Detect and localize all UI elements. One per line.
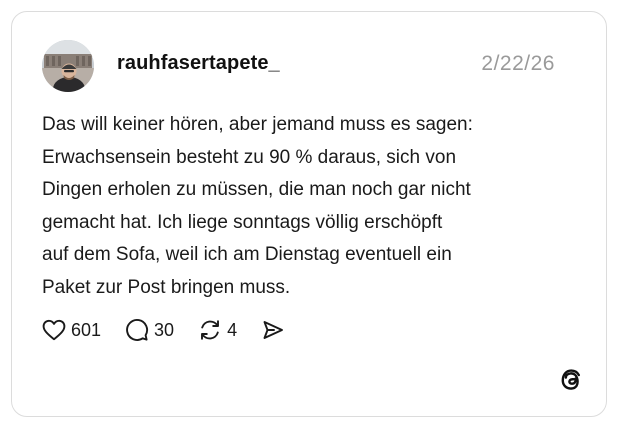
post-text-line: Dingen erholen zu müssen, die man noch g… (42, 179, 471, 200)
post-date: 2/22/26 (481, 52, 555, 75)
action-bar: 601 30 4 (42, 316, 309, 344)
heart-icon (42, 319, 66, 341)
post-text-line: Erwachsensein besteht zu 90 % daraus, si… (42, 146, 457, 168)
post-text-line: auf dem Sofa, weil ich am Dienstag event… (42, 244, 452, 265)
repost-count: 4 (227, 319, 238, 340)
like-button[interactable]: 601 (42, 319, 101, 341)
speech-bubble-icon (126, 319, 149, 341)
post-text-line: Das will keiner hören, aber jemand muss … (42, 114, 473, 135)
share-button[interactable] (261, 318, 285, 342)
post-text-line: Paket zur Post bringen muss. (42, 276, 291, 298)
reply-button[interactable]: 30 (125, 318, 174, 342)
reply-count: 30 (154, 319, 175, 340)
send-icon (263, 321, 284, 339)
post-card: rauhfasertapete_ 2/22/26 Das will keiner… (11, 11, 607, 417)
avatar-image (42, 40, 94, 92)
like-count: 601 (71, 319, 102, 340)
repost-icon (201, 320, 220, 340)
post-text: Das will keiner hören, aber jemand muss … (42, 109, 582, 304)
username[interactable]: rauhfasertapete_ (117, 52, 280, 75)
repost-button[interactable]: 4 (198, 318, 237, 342)
threads-logo-icon (559, 367, 583, 395)
avatar[interactable] (42, 40, 94, 92)
post-text-line: gemacht hat. Ich liege sonntags völlig e… (42, 211, 443, 233)
